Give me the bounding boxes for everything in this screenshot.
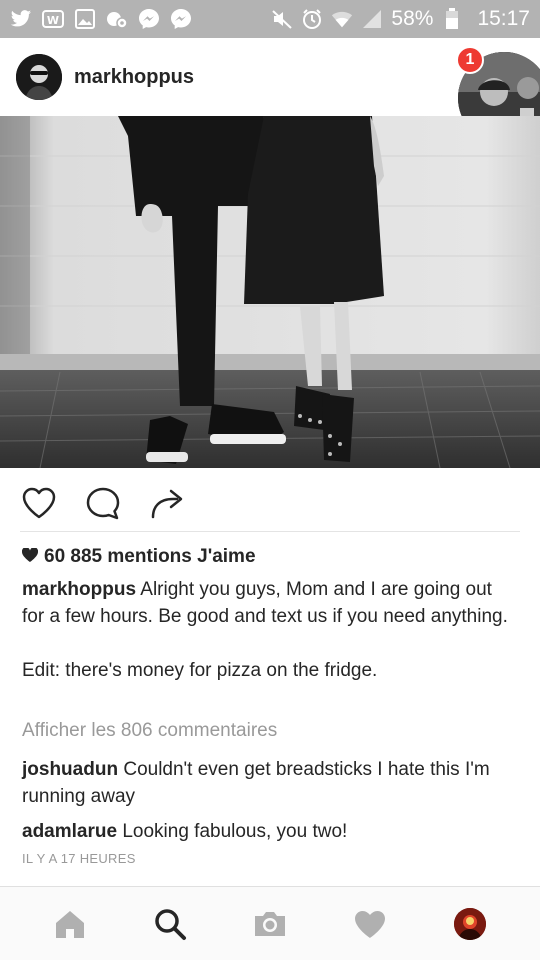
likes-text: 60 885 mentions J'aime — [44, 546, 256, 567]
clock: 15:17 — [477, 7, 530, 30]
likes-count[interactable]: 60 885 mentions J'aime — [21, 546, 256, 568]
gallery-icon — [74, 8, 96, 30]
messenger-icon — [170, 8, 192, 30]
heart-icon[interactable] — [20, 484, 58, 522]
comment-text: Looking fabulous, you two! — [122, 821, 348, 842]
app-w-icon: W — [42, 8, 64, 30]
mute-icon — [271, 8, 293, 30]
battery-percent: 58% — [391, 7, 434, 30]
heart-small-icon — [21, 546, 39, 567]
call-settings-icon — [106, 8, 128, 30]
bottom-navigation — [0, 886, 540, 960]
post-photo[interactable] — [0, 116, 540, 468]
search-icon[interactable] — [146, 900, 194, 948]
post-timestamp: IL Y A 17 HEURES — [22, 851, 136, 866]
alarm-icon — [301, 8, 323, 30]
post-actions — [0, 478, 540, 528]
status-bar: W 58% 15:17 — [0, 0, 540, 38]
comment-username[interactable]: adamlarue — [22, 821, 117, 842]
caption-username[interactable]: markhoppus — [22, 579, 136, 600]
profile-avatar[interactable] — [446, 900, 494, 948]
signal-icon — [361, 8, 383, 30]
home-icon[interactable] — [46, 900, 94, 948]
twitter-icon — [10, 8, 32, 30]
wifi-icon — [331, 8, 353, 30]
post-caption: markhoppus Alright you guys, Mom and I a… — [22, 576, 517, 684]
messenger-icon — [138, 8, 160, 30]
comment-item: joshuadun Couldn't even get breadsticks … — [22, 756, 517, 810]
comment-item: adamlarue Looking fabulous, you two! — [22, 818, 517, 845]
battery-icon — [441, 8, 463, 30]
profile-avatar-image — [454, 907, 486, 940]
actions-divider — [20, 531, 520, 532]
notification-badge: 1 — [456, 46, 484, 74]
caption-edit-text: Edit: there's money for pizza on the fri… — [22, 660, 378, 681]
comment-icon[interactable] — [84, 484, 122, 522]
share-icon[interactable] — [148, 484, 186, 522]
user-avatar[interactable] — [16, 54, 62, 100]
activity-heart-icon[interactable] — [346, 900, 394, 948]
view-all-comments-link[interactable]: Afficher les 806 commentaires — [22, 720, 277, 742]
comment-username[interactable]: joshuadun — [22, 759, 118, 780]
camera-icon[interactable] — [246, 900, 294, 948]
svg-text:W: W — [47, 14, 59, 27]
post-username[interactable]: markhoppus — [74, 66, 194, 89]
